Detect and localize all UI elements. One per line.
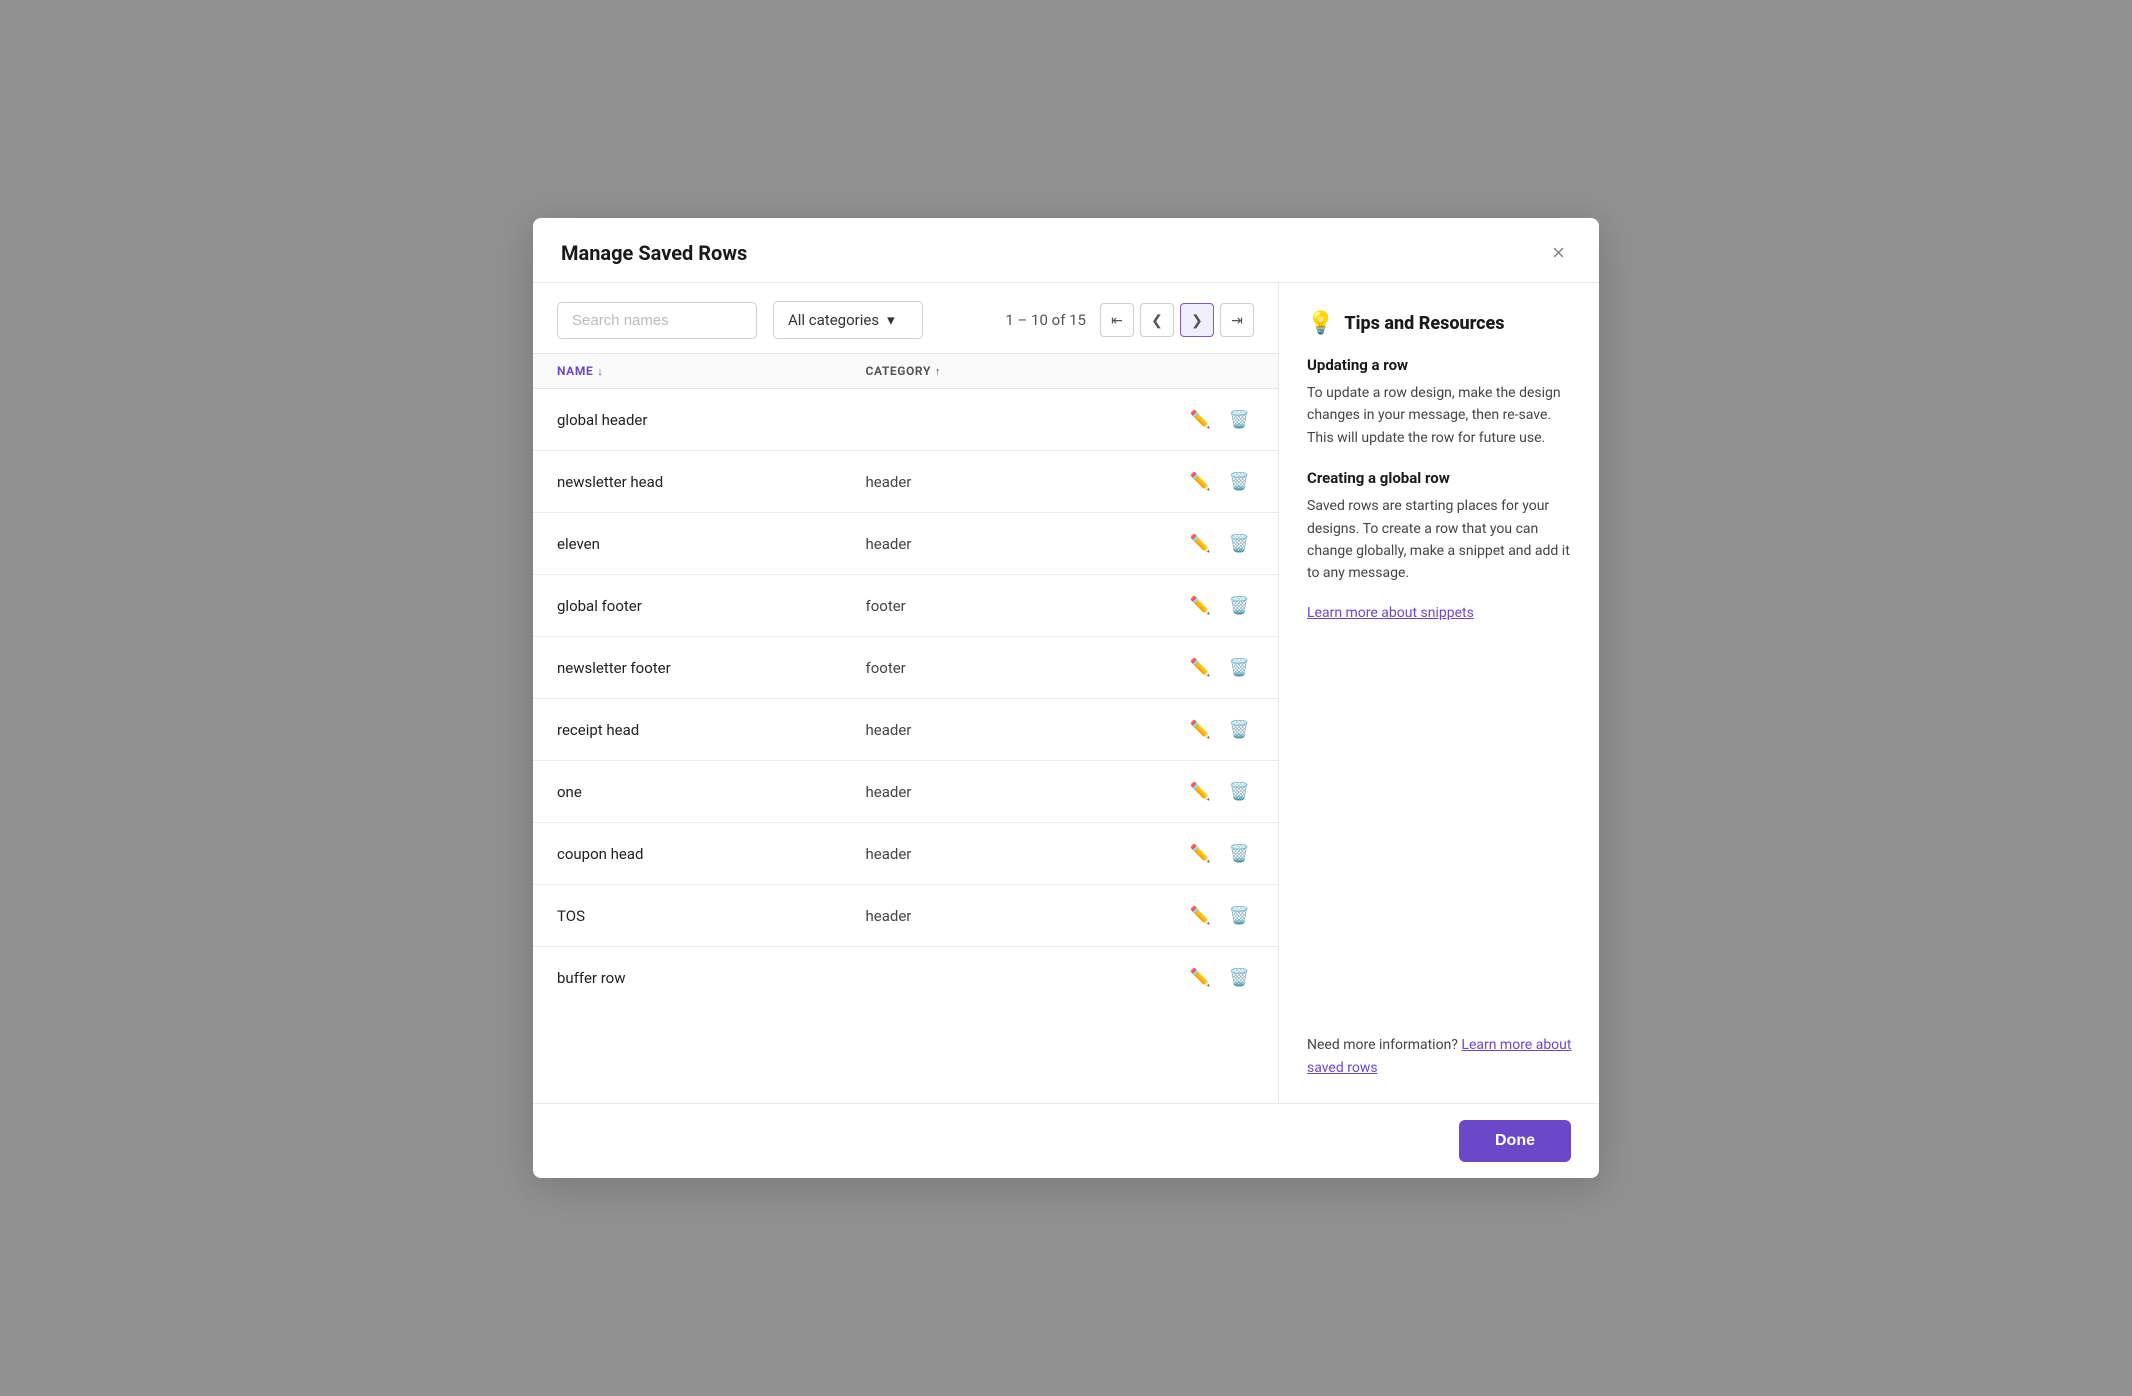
tips-section1-title: Updating a row bbox=[1307, 356, 1575, 374]
prev-page-button[interactable]: ❮ bbox=[1140, 303, 1174, 337]
next-page-button[interactable]: ❯ bbox=[1180, 303, 1214, 337]
row-name: buffer row bbox=[557, 969, 866, 987]
pagination: 1 – 10 of 15 ⇤ ❮ ❯ ⇥ bbox=[1005, 303, 1254, 337]
row-name: one bbox=[557, 783, 866, 801]
edit-button[interactable]: ✏️ bbox=[1186, 716, 1215, 744]
row-category: footer bbox=[866, 597, 1175, 615]
row-name: TOS bbox=[557, 907, 866, 925]
modal-header: Manage Saved Rows × bbox=[533, 218, 1599, 283]
row-actions: ✏️ 🗑️ bbox=[1174, 716, 1254, 744]
bulb-icon: 💡 bbox=[1307, 311, 1334, 336]
modal-body: All categories ▾ 1 – 10 of 15 ⇤ ❮ ❯ ⇥ bbox=[533, 283, 1599, 1103]
learn-more-snippets-link[interactable]: Learn more about snippets bbox=[1307, 605, 1575, 621]
bottom-section: Need more information? Learn more about … bbox=[1307, 1018, 1575, 1079]
modal-overlay[interactable]: Manage Saved Rows × All categories ▾ 1 –… bbox=[0, 0, 2132, 1396]
pagination-info: 1 – 10 of 15 bbox=[1005, 311, 1086, 329]
tips-header: 💡 Tips and Resources bbox=[1307, 311, 1575, 336]
row-name: global footer bbox=[557, 597, 866, 615]
modal-footer: Done bbox=[533, 1103, 1599, 1178]
edit-button[interactable]: ✏️ bbox=[1186, 654, 1215, 682]
delete-button[interactable]: 🗑️ bbox=[1225, 902, 1254, 930]
row-category: header bbox=[866, 783, 1175, 801]
delete-button[interactable]: 🗑️ bbox=[1225, 716, 1254, 744]
sort-name-icon: ↓ bbox=[597, 365, 603, 378]
done-button[interactable]: Done bbox=[1459, 1120, 1571, 1162]
row-category: header bbox=[866, 845, 1175, 863]
row-actions: ✏️ 🗑️ bbox=[1174, 530, 1254, 558]
col-header-name[interactable]: NAME ↓ bbox=[557, 364, 866, 378]
edit-button[interactable]: ✏️ bbox=[1186, 902, 1215, 930]
row-actions: ✏️ 🗑️ bbox=[1174, 406, 1254, 434]
row-name: newsletter footer bbox=[557, 659, 866, 677]
table-row: global footer footer ✏️ 🗑️ bbox=[533, 575, 1278, 637]
row-category: header bbox=[866, 907, 1175, 925]
table-body: global header ✏️ 🗑️ newsletter head head… bbox=[533, 389, 1278, 1103]
tips-section1-text: To update a row design, make the design … bbox=[1307, 382, 1575, 449]
chevron-down-icon: ▾ bbox=[887, 311, 895, 329]
table-row: receipt head header ✏️ 🗑️ bbox=[533, 699, 1278, 761]
row-actions: ✏️ 🗑️ bbox=[1174, 468, 1254, 496]
modal-title: Manage Saved Rows bbox=[561, 241, 747, 265]
table-row: coupon head header ✏️ 🗑️ bbox=[533, 823, 1278, 885]
col-header-category[interactable]: CATEGORY ↑ bbox=[866, 364, 1175, 378]
tips-section2-text: Saved rows are starting places for your … bbox=[1307, 495, 1575, 585]
row-category: header bbox=[866, 721, 1175, 739]
toolbar: All categories ▾ 1 – 10 of 15 ⇤ ❮ ❯ ⇥ bbox=[533, 283, 1278, 354]
search-input[interactable] bbox=[557, 302, 757, 339]
row-name: global header bbox=[557, 411, 866, 429]
table-row: newsletter head header ✏️ 🗑️ bbox=[533, 451, 1278, 513]
edit-button[interactable]: ✏️ bbox=[1186, 406, 1215, 434]
row-name: newsletter head bbox=[557, 473, 866, 491]
more-info: Need more information? Learn more about … bbox=[1307, 1034, 1575, 1079]
table-row: one header ✏️ 🗑️ bbox=[533, 761, 1278, 823]
row-actions: ✏️ 🗑️ bbox=[1174, 902, 1254, 930]
row-name: eleven bbox=[557, 535, 866, 553]
row-category: footer bbox=[866, 659, 1175, 677]
row-category: header bbox=[866, 473, 1175, 491]
last-page-button[interactable]: ⇥ bbox=[1220, 303, 1254, 337]
category-label: All categories bbox=[788, 311, 879, 329]
delete-button[interactable]: 🗑️ bbox=[1225, 468, 1254, 496]
sort-category-icon: ↑ bbox=[935, 365, 941, 378]
tips-section2-title: Creating a global row bbox=[1307, 469, 1575, 487]
first-page-button[interactable]: ⇤ bbox=[1100, 303, 1134, 337]
row-actions: ✏️ 🗑️ bbox=[1174, 592, 1254, 620]
left-panel: All categories ▾ 1 – 10 of 15 ⇤ ❮ ❯ ⇥ bbox=[533, 283, 1279, 1103]
table-row: eleven header ✏️ 🗑️ bbox=[533, 513, 1278, 575]
table-row: global header ✏️ 🗑️ bbox=[533, 389, 1278, 451]
edit-button[interactable]: ✏️ bbox=[1186, 964, 1215, 992]
category-dropdown[interactable]: All categories ▾ bbox=[773, 301, 923, 339]
row-category: header bbox=[866, 535, 1175, 553]
delete-button[interactable]: 🗑️ bbox=[1225, 840, 1254, 868]
row-actions: ✏️ 🗑️ bbox=[1174, 964, 1254, 992]
table-header: NAME ↓ CATEGORY ↑ bbox=[533, 354, 1278, 389]
table-row: newsletter footer footer ✏️ 🗑️ bbox=[533, 637, 1278, 699]
delete-button[interactable]: 🗑️ bbox=[1225, 530, 1254, 558]
delete-button[interactable]: 🗑️ bbox=[1225, 964, 1254, 992]
delete-button[interactable]: 🗑️ bbox=[1225, 406, 1254, 434]
manage-saved-rows-modal: Manage Saved Rows × All categories ▾ 1 –… bbox=[533, 218, 1599, 1178]
row-actions: ✏️ 🗑️ bbox=[1174, 654, 1254, 682]
delete-button[interactable]: 🗑️ bbox=[1225, 592, 1254, 620]
row-actions: ✏️ 🗑️ bbox=[1174, 778, 1254, 806]
table-row: TOS header ✏️ 🗑️ bbox=[533, 885, 1278, 947]
row-name: receipt head bbox=[557, 721, 866, 739]
delete-button[interactable]: 🗑️ bbox=[1225, 654, 1254, 682]
edit-button[interactable]: ✏️ bbox=[1186, 592, 1215, 620]
row-actions: ✏️ 🗑️ bbox=[1174, 840, 1254, 868]
right-panel: 💡 Tips and Resources Updating a row To u… bbox=[1279, 283, 1599, 1103]
table-row: buffer row ✏️ 🗑️ bbox=[533, 947, 1278, 1009]
edit-button[interactable]: ✏️ bbox=[1186, 468, 1215, 496]
tips-title: Tips and Resources bbox=[1344, 313, 1504, 334]
delete-button[interactable]: 🗑️ bbox=[1225, 778, 1254, 806]
edit-button[interactable]: ✏️ bbox=[1186, 778, 1215, 806]
row-name: coupon head bbox=[557, 845, 866, 863]
edit-button[interactable]: ✏️ bbox=[1186, 840, 1215, 868]
close-button[interactable]: × bbox=[1546, 240, 1571, 266]
edit-button[interactable]: ✏️ bbox=[1186, 530, 1215, 558]
